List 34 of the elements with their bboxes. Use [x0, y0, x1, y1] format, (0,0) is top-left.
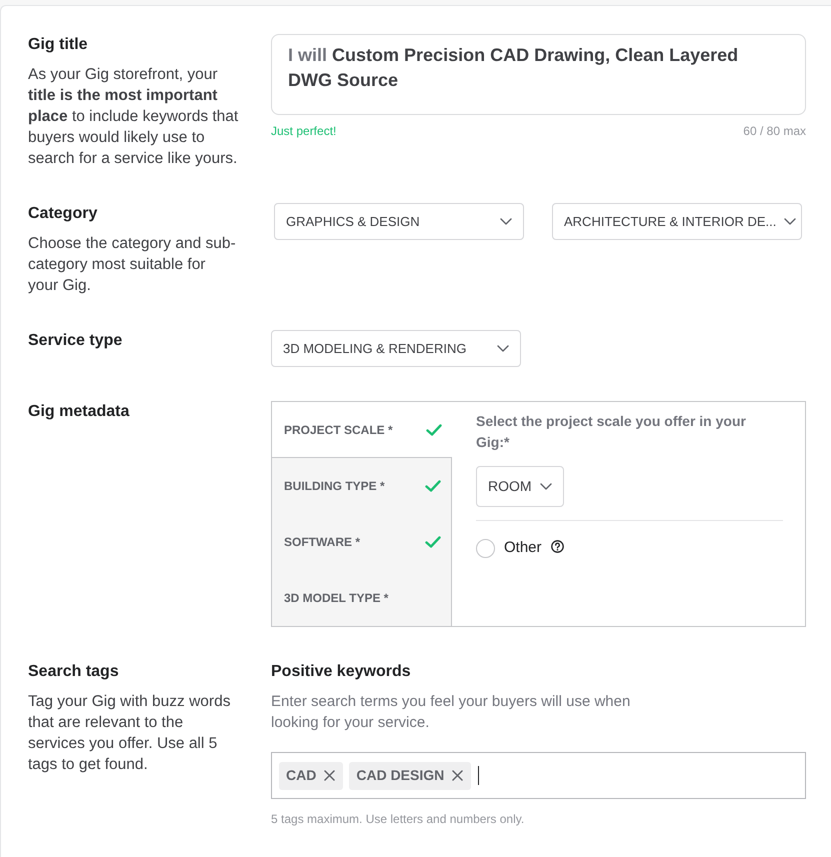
subheading: Positive keywords: [271, 662, 412, 682]
tags-input[interactable]: CAD CAD DESIGN: [271, 752, 806, 799]
section-heading: Gig metadata: [28, 402, 130, 422]
section-description: As your Gig storefront, your title is the most important place to include keywords that buyers would likely use to search for a service like yours.: [28, 65, 240, 169]
metadata-tab[interactable]: 3D MODEL TYPE *: [272, 570, 452, 626]
metadata-tab[interactable]: BUILDING TYPE *: [272, 458, 452, 514]
hint-text: 5 tags maximum. Use letters and numbers only.: [271, 811, 526, 827]
section-heading: Gig title: [28, 35, 89, 55]
dropdown[interactable]: 3D MODELING & RENDERING: [271, 330, 521, 367]
dropdown[interactable]: ARCHITECTURE & INTERIOR DE...: [552, 203, 802, 240]
section-heading: Service type: [28, 331, 124, 351]
character-counter: 60 / 80 max: [743, 123, 806, 139]
close-icon[interactable]: [452, 770, 464, 781]
chevron-down-icon: [784, 218, 796, 225]
field-description: Enter search terms you feel your buyers will use when looking for your service.: [271, 692, 632, 733]
section-heading: Category: [28, 204, 98, 224]
dropdown[interactable]: ROOM: [476, 466, 564, 507]
section-description: Choose the category and sub-category most suitable for your Gig.: [28, 234, 237, 296]
help-icon[interactable]: [550, 540, 564, 553]
title-input[interactable]: I will Custom Precision CAD Drawing, Clean Layered DWG Source: [271, 34, 806, 115]
chevron-down-icon: [540, 483, 552, 490]
section-heading: Search tags: [28, 662, 120, 682]
option-label[interactable]: Other: [504, 538, 542, 558]
metadata-tab[interactable]: SOFTWARE *: [272, 514, 452, 570]
radio-button[interactable]: [476, 538, 495, 558]
dropdown[interactable]: GRAPHICS & DESIGN: [274, 203, 524, 240]
question-text: Select the project scale you offer in your Gig:*: [476, 412, 747, 452]
feedback-text: Just perfect!: [271, 123, 336, 139]
section-description: Tag your Gig with buzz words that are relevant to the services you offer. Use all 5 tags to get found.: [28, 692, 232, 775]
tag-label: CAD DESIGN: [356, 766, 444, 785]
chevron-down-icon: [497, 345, 509, 352]
tag-label: CAD: [286, 766, 316, 785]
chevron-down-icon: [500, 218, 512, 225]
close-icon[interactable]: [324, 770, 336, 781]
